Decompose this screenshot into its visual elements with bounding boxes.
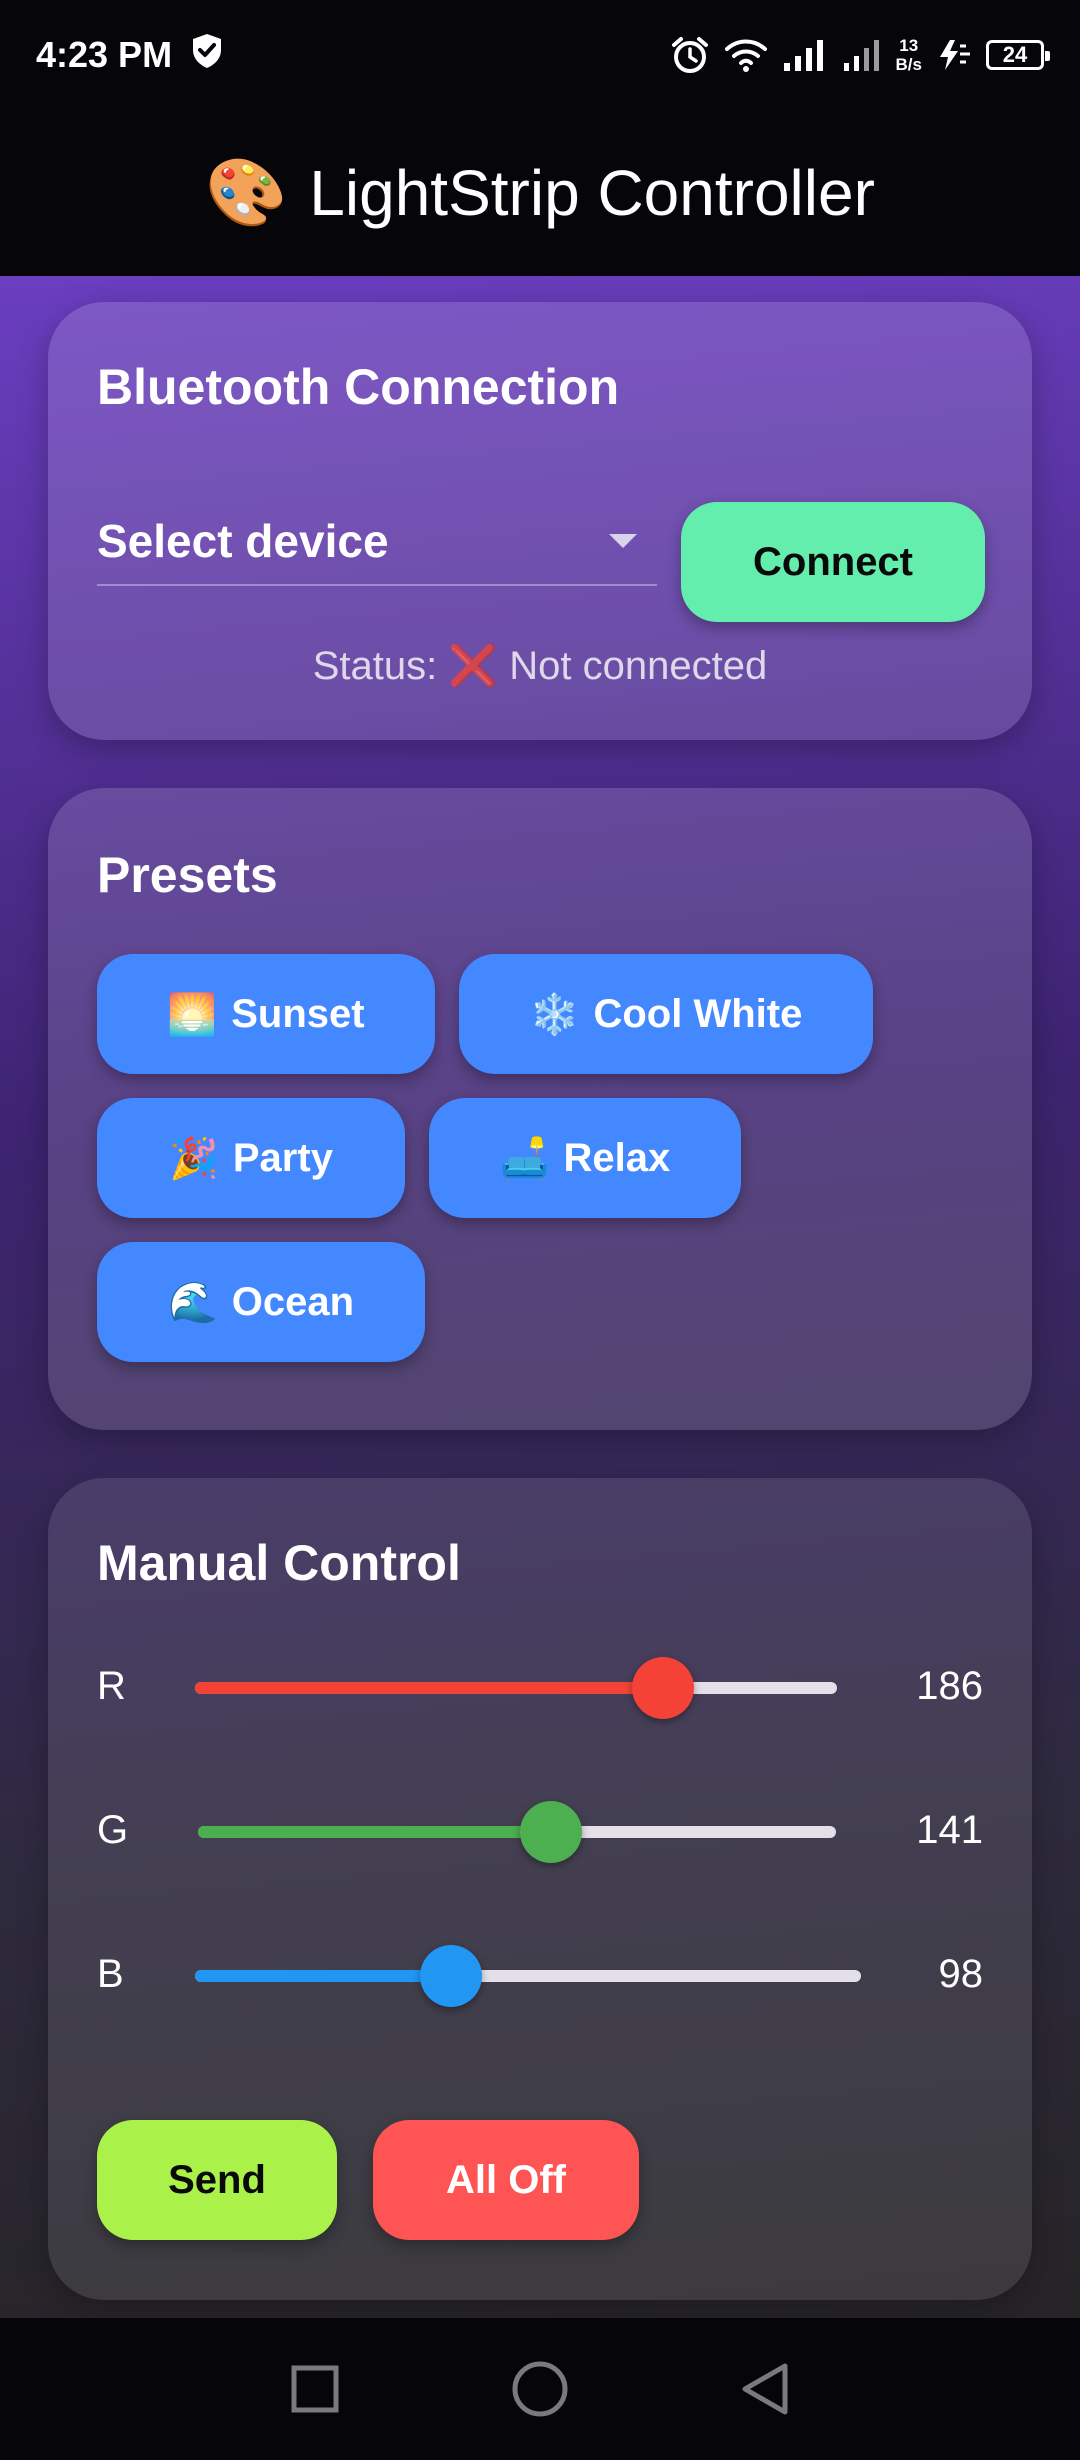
status-right: 13 B/s 24	[670, 35, 1050, 75]
back-triangle-icon[interactable]	[739, 2361, 791, 2417]
manual-control-card: Manual Control R 186 G 141 B 98 Send All…	[48, 1478, 1032, 2300]
red-slider-value: 186	[916, 1664, 983, 1708]
net-speed-value: 13	[899, 36, 919, 55]
recents-square-icon[interactable]	[289, 2363, 341, 2415]
preset-label: Ocean	[231, 1279, 355, 1324]
blue-slider[interactable]	[195, 1945, 861, 2007]
app-title: LightStrip Controller	[309, 157, 875, 229]
blue-slider-fill	[195, 1970, 451, 1982]
green-slider-thumb[interactable]	[519, 1801, 582, 1863]
device-dropdown[interactable]: Select device	[97, 498, 657, 586]
content-area: Bluetooth Connection Select device Conne…	[0, 276, 1080, 2318]
red-slider-fill	[195, 1682, 664, 1694]
battery-level: 24	[1002, 42, 1028, 67]
preset-label: Relax	[563, 1135, 671, 1180]
nav-bar	[0, 2318, 1080, 2460]
blue-slider-value: 98	[938, 1952, 984, 1996]
preset-ocean-button[interactable]: 🌊 Ocean	[97, 1242, 425, 1362]
presets-card: Presets 🌅 Sunset ❄️ Cool White 🎉 Party 🛋…	[48, 788, 1032, 1430]
connect-button[interactable]: Connect	[681, 502, 985, 622]
device-dropdown-label: Select device	[97, 515, 389, 567]
preset-sunset-button[interactable]: 🌅 Sunset	[97, 954, 435, 1074]
home-circle-icon[interactable]	[511, 2360, 569, 2418]
presets-card-title: Presets	[97, 847, 278, 903]
wifi-icon	[724, 37, 768, 73]
signal-icon	[782, 39, 828, 71]
green-slider[interactable]	[198, 1801, 836, 1863]
green-slider-row: G 141	[97, 1792, 983, 1872]
preset-cool-white-button[interactable]: ❄️ Cool White	[459, 954, 873, 1074]
wave-icon: 🌊	[167, 1280, 218, 1325]
bluetooth-card-title: Bluetooth Connection	[97, 359, 620, 415]
red-slider-thumb[interactable]	[632, 1657, 695, 1719]
preset-relax-button[interactable]: 🛋️ Relax	[429, 1098, 741, 1218]
status-left: 4:23 PM	[36, 32, 224, 79]
battery-icon: 24	[986, 40, 1050, 70]
status-time: 4:23 PM	[36, 34, 173, 75]
screen: 4:23 PM 13 B/s 24 🎨 LightStrip Controlle…	[0, 0, 1080, 2460]
sunrise-icon: 🌅	[167, 992, 218, 1037]
blue-slider-thumb[interactable]	[419, 1945, 482, 2007]
couch-icon: 🛋️	[499, 1136, 550, 1181]
green-slider-label: G	[97, 1808, 129, 1852]
send-button[interactable]: Send	[97, 2120, 337, 2240]
preset-label: Sunset	[231, 991, 365, 1036]
red-slider-label: R	[97, 1664, 126, 1708]
charging-icon	[936, 38, 972, 72]
green-slider-fill	[198, 1826, 551, 1838]
net-speed-unit: B/s	[895, 55, 922, 74]
signal-icon	[842, 39, 882, 71]
green-slider-value: 141	[916, 1808, 983, 1852]
preset-label: Cool White	[593, 991, 803, 1036]
preset-party-button[interactable]: 🎉 Party	[97, 1098, 405, 1218]
shield-icon	[190, 32, 224, 79]
blue-slider-row: B 98	[97, 1936, 983, 2016]
alarm-icon	[670, 35, 710, 75]
palette-icon: 🎨	[205, 155, 288, 229]
caret-down-icon	[609, 534, 637, 548]
bluetooth-card: Bluetooth Connection Select device Conne…	[48, 302, 1032, 740]
all-off-button[interactable]: All Off	[373, 2120, 639, 2240]
red-slider-row: R 186	[97, 1648, 983, 1728]
blue-slider-label: B	[97, 1952, 124, 1996]
app-bar: 🎨 LightStrip Controller	[0, 110, 1080, 276]
preset-label: Party	[232, 1135, 333, 1180]
manual-card-title: Manual Control	[97, 1535, 461, 1591]
party-popper-icon: 🎉	[169, 1136, 219, 1181]
snowflake-icon: ❄️	[529, 992, 580, 1037]
connection-status: Status: ❌ Not connected	[312, 644, 768, 688]
red-slider[interactable]	[195, 1657, 837, 1719]
status-bar: 4:23 PM 13 B/s 24	[0, 0, 1080, 110]
net-speed: 13 B/s	[896, 36, 922, 74]
